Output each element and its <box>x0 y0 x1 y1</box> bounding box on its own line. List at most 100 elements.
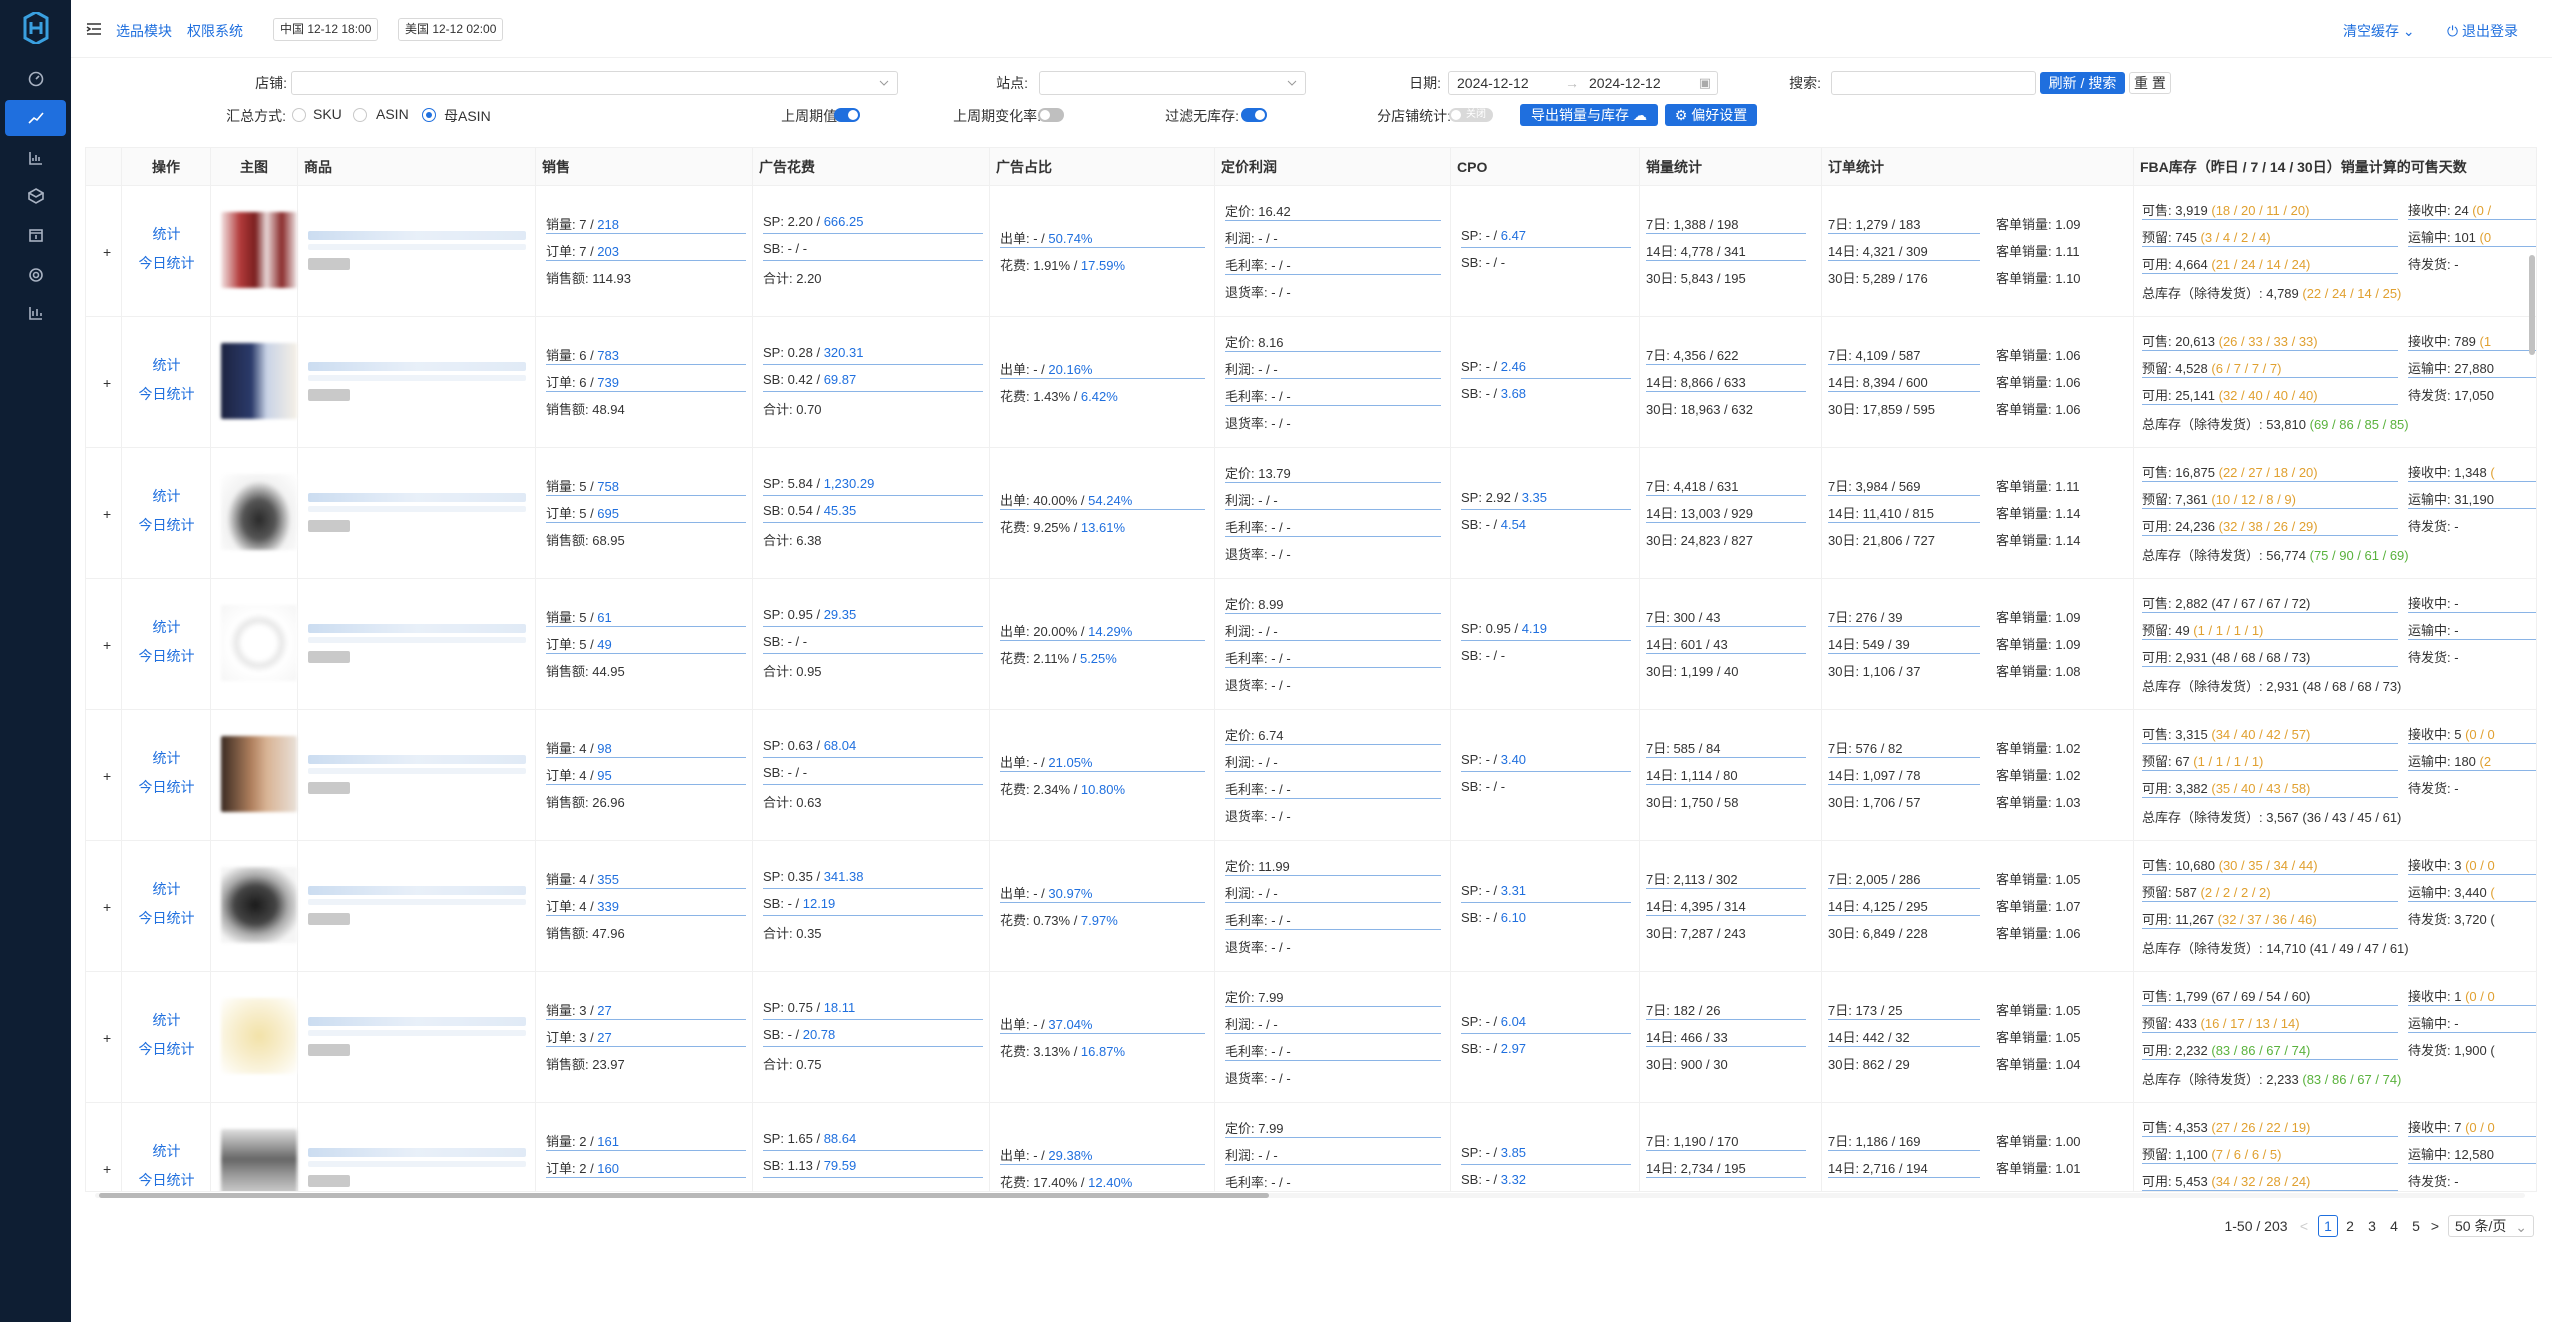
today-stats-link[interactable]: 今日统计 <box>122 384 211 404</box>
preference-button[interactable]: ⚙ 偏好设置 <box>1665 104 1757 126</box>
sales-orders: 订单: 5 / 695 <box>546 503 619 522</box>
scroll-thumb[interactable] <box>99 1193 1269 1198</box>
date-start[interactable]: 2024-12-12 <box>1457 75 1529 91</box>
product-title-blurred[interactable] <box>308 886 526 895</box>
page-2[interactable]: 2 <box>2340 1215 2360 1237</box>
radio-parent-asin[interactable] <box>422 108 436 122</box>
cpo-sb-value: 3.68 <box>1500 386 1527 401</box>
expand-icon[interactable]: + <box>103 1161 111 1177</box>
inv-receiving: 接收中: 1 (0 / 0 <box>2408 986 2495 1005</box>
search-input[interactable] <box>1831 71 2036 95</box>
vertical-scrollbar[interactable] <box>2527 185 2536 1185</box>
stats-link[interactable]: 统计 <box>122 355 211 375</box>
stats-link[interactable]: 统计 <box>122 1141 211 1161</box>
sidebar-gear-icon[interactable] <box>0 257 71 293</box>
module-link[interactable]: 选品模块 <box>116 21 172 41</box>
stats-link[interactable]: 统计 <box>122 224 211 244</box>
ad-sb-text: SB: 0.42 / <box>763 372 824 387</box>
today-stats-link[interactable]: 今日统计 <box>122 515 211 535</box>
menu-fold-icon[interactable] <box>86 21 102 37</box>
page-1[interactable]: 1 <box>2318 1215 2338 1237</box>
product-thumbnail[interactable] <box>221 1129 297 1191</box>
inv-pending: 待发货: - <box>2408 647 2459 666</box>
expand-icon[interactable]: + <box>103 768 111 784</box>
product-title-blurred[interactable] <box>308 1017 526 1026</box>
sidebar-report-icon[interactable] <box>0 295 71 331</box>
sidebar-trend-icon[interactable] <box>5 100 66 136</box>
prev-period-switch[interactable] <box>834 108 860 122</box>
perm-link[interactable]: 权限系统 <box>187 21 243 41</box>
pager-next[interactable]: > <box>2428 1215 2442 1237</box>
product-title-blurred[interactable] <box>308 755 526 764</box>
shop-select[interactable] <box>291 71 898 95</box>
today-stats-link[interactable]: 今日统计 <box>122 646 211 666</box>
product-thumbnail[interactable] <box>221 736 297 812</box>
stats-link[interactable]: 统计 <box>122 879 211 899</box>
refresh-search-button[interactable]: 刷新 / 搜索 <box>2040 72 2125 94</box>
split-shop-switch[interactable]: 关闭 <box>1449 108 1493 122</box>
product-thumbnail[interactable] <box>221 998 297 1074</box>
underline <box>1646 391 1806 392</box>
stats-link[interactable]: 统计 <box>122 748 211 768</box>
product-thumbnail[interactable] <box>221 867 297 943</box>
underline <box>2142 1136 2398 1137</box>
logout-link[interactable]: ⏻ 退出登录 <box>2447 21 2518 41</box>
radio-asin[interactable] <box>353 108 367 122</box>
inv-sellable: 可售: 10,680 (30 / 35 / 34 / 44) <box>2142 855 2318 874</box>
pager-prev[interactable]: < <box>2298 1215 2310 1237</box>
sidebar-dashboard-icon[interactable] <box>0 61 71 97</box>
product-title-blurred[interactable] <box>308 1148 526 1157</box>
ad-total-text: 合计: 2.20 <box>763 271 822 286</box>
page-3[interactable]: 3 <box>2362 1215 2382 1237</box>
ad-sp: SP: 0.28 / 320.31 <box>763 345 863 360</box>
page-size-select[interactable]: 50 条/页 ⌄ <box>2448 1215 2534 1237</box>
underline <box>763 495 983 496</box>
today-stats-link[interactable]: 今日统计 <box>122 1039 211 1059</box>
reset-button[interactable]: 重 置 <box>2129 72 2171 94</box>
today-stats-link[interactable]: 今日统计 <box>122 777 211 797</box>
clear-cache-link[interactable]: 清空缓存 ⌄ <box>2343 21 2415 41</box>
orders-7d-text: 7日: 576 / 82 <box>1828 741 1903 756</box>
page-5[interactable]: 5 <box>2406 1215 2426 1237</box>
export-button[interactable]: 导出销量与库存 ☁ <box>1520 104 1658 126</box>
product-thumbnail[interactable] <box>221 343 297 419</box>
expand-icon[interactable]: + <box>103 244 111 260</box>
page-4[interactable]: 4 <box>2384 1215 2404 1237</box>
site-select[interactable] <box>1039 71 1306 95</box>
underline <box>2408 874 2536 875</box>
sidebar-box-icon[interactable] <box>0 178 71 214</box>
stats-link[interactable]: 统计 <box>122 1010 211 1030</box>
product-thumbnail[interactable] <box>221 212 297 288</box>
sidebar-calendar-icon[interactable] <box>0 217 71 253</box>
scroll-thumb[interactable] <box>2529 255 2535 355</box>
product-thumbnail[interactable] <box>221 605 297 681</box>
date-range-picker[interactable]: 2024-12-12 → 2024-12-12 ▣ <box>1448 71 1718 95</box>
profit-value: 利润: - / - <box>1225 359 1278 378</box>
radio-sku[interactable] <box>292 108 306 122</box>
horizontal-scrollbar[interactable] <box>85 1190 2537 1200</box>
prev-change-switch[interactable] <box>1038 108 1064 122</box>
product-thumbnail[interactable] <box>221 474 297 550</box>
product-title-blurred[interactable] <box>308 362 526 371</box>
filter-stock-switch[interactable] <box>1241 108 1267 122</box>
expand-icon[interactable]: + <box>103 375 111 391</box>
expand-icon[interactable]: + <box>103 506 111 522</box>
product-title-blurred[interactable] <box>308 493 526 502</box>
today-stats-link[interactable]: 今日统计 <box>122 1170 211 1190</box>
date-end[interactable]: 2024-12-12 <box>1589 75 1661 91</box>
sidebar-bar-chart-icon[interactable] <box>0 140 71 176</box>
today-stats-link[interactable]: 今日统计 <box>122 253 211 273</box>
ad-sb: SB: 1.13 / 79.59 <box>763 1158 856 1173</box>
today-stats-link[interactable]: 今日统计 <box>122 908 211 928</box>
expand-icon[interactable]: + <box>103 1030 111 1046</box>
cpo-sb-text: SB: - / <box>1461 910 1501 925</box>
stats-link[interactable]: 统计 <box>122 617 211 637</box>
product-title-blurred[interactable] <box>308 231 526 240</box>
product-title-blurred[interactable] <box>308 624 526 633</box>
per-order-qty-2: 客单销量: 1.02 <box>1996 765 2081 784</box>
inv-pending-text: 待发货: 3,720 ( <box>2408 912 2495 927</box>
price-value: 定价: 7.99 <box>1225 987 1284 1006</box>
expand-icon[interactable]: + <box>103 637 111 653</box>
expand-icon[interactable]: + <box>103 899 111 915</box>
stats-link[interactable]: 统计 <box>122 486 211 506</box>
